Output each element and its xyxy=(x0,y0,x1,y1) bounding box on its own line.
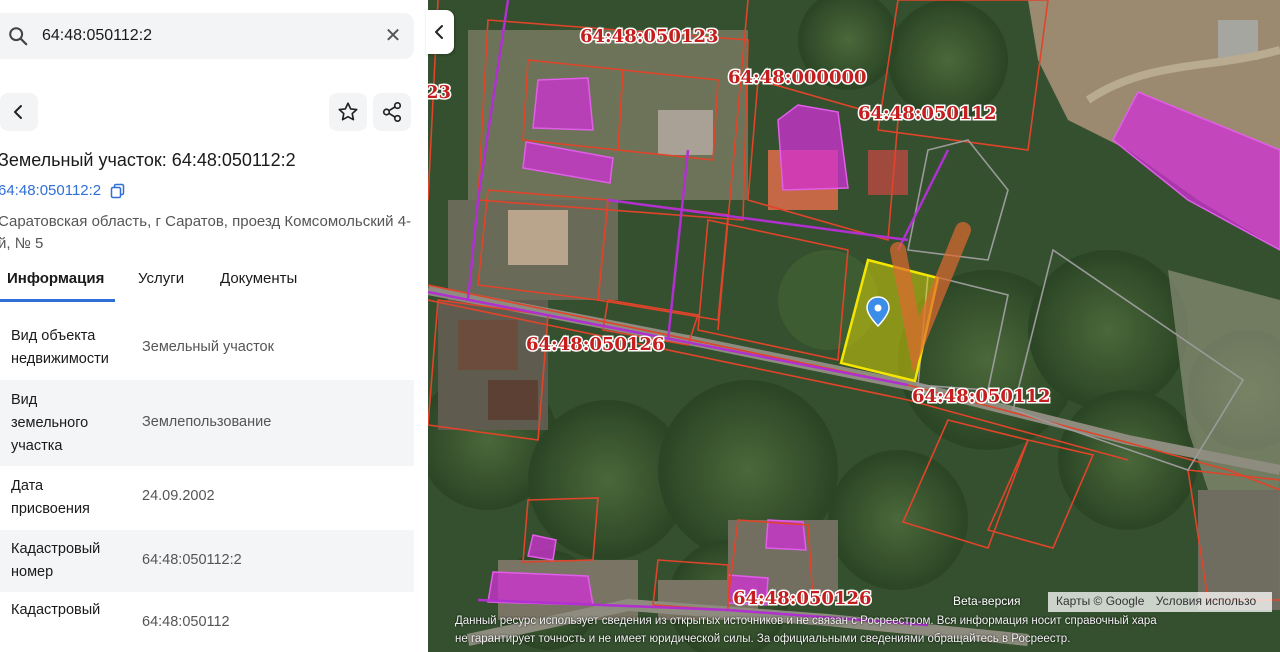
map-label: 64:48:050126 xyxy=(526,334,665,355)
share-icon xyxy=(382,102,402,122)
beta-badge: Beta-версия xyxy=(953,594,1021,608)
cadastral-number-link[interactable]: 64:48:050112:2 xyxy=(0,182,101,199)
row-value: 64:48:050112:2 xyxy=(142,552,242,568)
map-attribution: Карты © Google Условия использо xyxy=(1048,592,1273,612)
satellite-map[interactable]: 64:48:050123 64:48:000000 64:48:050112 6… xyxy=(428,0,1280,652)
row-label: Кадастровый номер xyxy=(11,541,101,580)
disclaimer-line: не гарантирует точность и не имеет юриди… xyxy=(455,633,1071,645)
info-table: Вид объекта недвижимости Земельный участ… xyxy=(0,314,414,652)
map-canvas[interactable]: 64:48:050123 64:48:000000 64:48:050112 6… xyxy=(428,0,1280,652)
map-label: 64:48:050112 xyxy=(912,386,1051,407)
tab-documents[interactable]: Документы xyxy=(220,270,297,287)
info-panel: ✕ Земельный участок: 64:48:050112:2 64:4… xyxy=(0,0,428,652)
disclaimer: Данный ресурс использует сведения из отк… xyxy=(455,612,1280,648)
star-icon xyxy=(338,102,358,121)
map-label: 23 xyxy=(428,82,451,103)
terms-link[interactable]: Условия использо xyxy=(1156,594,1256,608)
search-input[interactable] xyxy=(42,21,372,51)
tab-services[interactable]: Услуги xyxy=(138,270,184,287)
collapse-panel-button[interactable] xyxy=(426,10,454,54)
row-label: Дата присвоения xyxy=(11,478,90,517)
map-label: 64:48:050112 xyxy=(858,103,997,124)
row-value: 24.09.2002 xyxy=(142,488,215,504)
table-row: Кадастровый 64:48:050112 xyxy=(0,592,414,652)
address: Саратовская область, г Саратов, проезд К… xyxy=(0,213,412,252)
favorite-button[interactable] xyxy=(329,93,367,131)
map-label: 64:48:000000 xyxy=(728,67,867,88)
search-icon xyxy=(9,27,28,46)
row-label: Вид земельного участка xyxy=(11,392,89,454)
row-value: 64:48:050112 xyxy=(142,614,230,630)
tab-bar: Информация Услуги Документы xyxy=(0,262,428,302)
map-label: 64:48:050126 xyxy=(733,588,872,609)
copy-icon[interactable] xyxy=(110,183,126,199)
disclaimer-line: Данный ресурс использует сведения из отк… xyxy=(455,615,1157,627)
table-row: Вид объекта недвижимости Земельный участ… xyxy=(0,314,414,380)
active-tab-indicator xyxy=(0,299,115,302)
row-value: Землепользование xyxy=(142,414,272,430)
clear-search-icon[interactable]: ✕ xyxy=(382,25,404,47)
back-button[interactable] xyxy=(0,93,38,131)
tab-info[interactable]: Информация xyxy=(7,270,104,287)
row-label: Кадастровый xyxy=(11,602,101,618)
row-label: Вид объекта недвижимости xyxy=(11,328,109,367)
row-value: Земельный участок xyxy=(142,339,274,355)
share-button[interactable] xyxy=(373,93,411,131)
table-row: Дата присвоения 24.09.2002 xyxy=(0,466,414,530)
map-label: 64:48:050123 xyxy=(580,26,719,47)
map-attribution-google[interactable]: Карты © Google xyxy=(1056,594,1144,608)
chevron-left-icon xyxy=(435,25,443,39)
table-row: Вид земельного участка Землепользование xyxy=(0,380,414,466)
search-bar: ✕ xyxy=(0,13,414,59)
page-title: Земельный участок: 64:48:050112:2 xyxy=(0,150,296,170)
chevron-left-icon xyxy=(14,105,22,119)
table-row: Кадастровый номер 64:48:050112:2 xyxy=(0,530,414,592)
